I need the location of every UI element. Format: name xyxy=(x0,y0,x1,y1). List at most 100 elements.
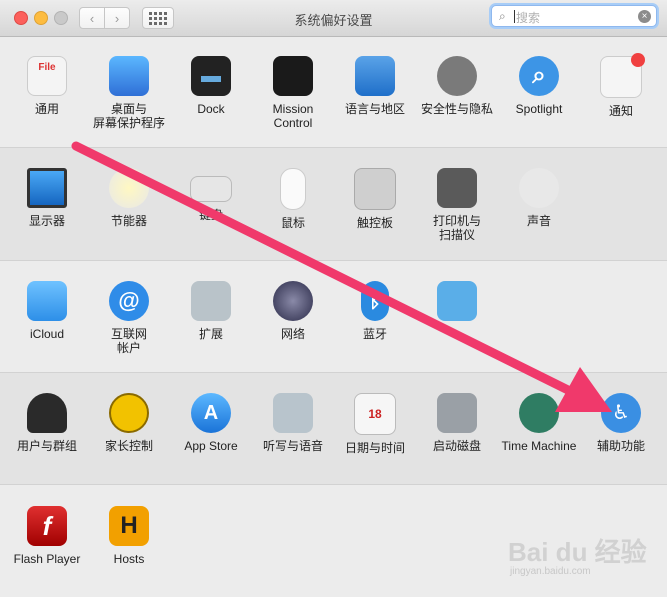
sound-icon xyxy=(519,168,559,208)
internet-accounts-icon: @ xyxy=(109,281,149,321)
clear-search-button[interactable]: × xyxy=(638,10,651,23)
pref-pane-general[interactable]: File 通用 xyxy=(7,56,87,116)
watermark-url: jingyan.baidu.com xyxy=(510,566,591,577)
pref-pane-label: Flash Player xyxy=(13,552,81,566)
flash-player-icon: f xyxy=(27,506,67,546)
pref-pane-hosts[interactable]: H Hosts xyxy=(89,506,169,566)
pref-pane-label: 声音 xyxy=(526,214,551,228)
pref-pane-label: 键盘 xyxy=(198,208,223,222)
notifications-icon xyxy=(600,53,645,98)
pref-pane-network[interactable]: 网络 xyxy=(253,281,333,341)
bluetooth-icon: ᛒ xyxy=(361,281,389,321)
pref-pane-label: 用户与群组 xyxy=(16,439,77,453)
pref-pane-label: 显示器 xyxy=(28,214,65,228)
displays-icon xyxy=(27,168,67,208)
pref-pane-internet-accounts[interactable]: @ 互联网 帐户 xyxy=(89,281,169,355)
pref-pane-label: 互联网 帐户 xyxy=(110,327,147,355)
pref-pane-label: Mission Control xyxy=(272,102,314,130)
spotlight-icon: ⌕ xyxy=(519,56,559,96)
security-privacy-icon xyxy=(437,56,477,96)
pref-pane-sharing[interactable] xyxy=(417,281,497,327)
pref-pane-sound[interactable]: 声音 xyxy=(499,168,579,228)
pref-pane-label: 语言与地区 xyxy=(344,102,405,116)
pref-pane-label: Dock xyxy=(197,102,225,116)
search-placeholder: 搜索 xyxy=(516,11,541,25)
pref-pane-displays[interactable]: 显示器 xyxy=(7,168,87,228)
pref-pane-label: Hosts xyxy=(113,552,145,566)
pref-pane-desktop-screensaver[interactable]: 桌面与 屏幕保护程序 xyxy=(89,56,169,130)
pref-pane-label: App Store xyxy=(184,439,238,453)
network-icon xyxy=(273,281,313,321)
pref-pane-trackpad[interactable]: 触控板 xyxy=(335,168,415,230)
pref-pane-label: 鼠标 xyxy=(280,216,305,230)
hosts-icon: H xyxy=(109,506,149,546)
startup-disk-icon xyxy=(437,393,477,433)
pref-pane-label: 辅助功能 xyxy=(596,439,645,453)
general-icon: File xyxy=(27,56,67,96)
pref-pane-bluetooth[interactable]: ᛒ 蓝牙 xyxy=(335,281,415,341)
pref-pane-startup-disk[interactable]: 启动磁盘 xyxy=(417,393,497,453)
pref-pane-label: 听写与语音 xyxy=(262,439,323,453)
app-store-icon: A xyxy=(191,393,231,433)
dictation-speech-icon xyxy=(273,393,313,433)
pref-pane-mission-control[interactable]: Mission Control xyxy=(253,56,333,130)
search-field[interactable]: ⌕ 搜索 × xyxy=(491,5,657,27)
pref-pane-security-privacy[interactable]: 安全性与隐私 xyxy=(417,56,497,116)
trackpad-icon xyxy=(354,168,396,210)
pref-pane-label: 桌面与 屏幕保护程序 xyxy=(92,102,165,130)
pref-pane-label: 日期与时间 xyxy=(344,441,405,455)
pref-pane-printers-scanners[interactable]: 打印机与 扫描仪 xyxy=(417,168,497,242)
magnifier-icon: ⌕ xyxy=(499,9,506,23)
date-time-icon: 18 xyxy=(354,393,396,435)
pref-pane-flash-player[interactable]: f Flash Player xyxy=(7,506,87,566)
pref-pane-time-machine[interactable]: Time Machine xyxy=(499,393,579,453)
pref-pane-energy-saver[interactable]: 节能器 xyxy=(89,168,169,228)
pref-pane-extensions[interactable]: 扩展 xyxy=(171,281,251,341)
pref-pane-notifications[interactable]: 通知 xyxy=(581,53,661,118)
time-machine-icon xyxy=(519,393,559,433)
system-preferences-window: ‹ › 系统偏好设置 ⌕ 搜索 × File 通用 桌面与 屏幕保护程序 ▬ Dock Mi… xyxy=(0,0,667,597)
users-groups-icon xyxy=(27,393,67,433)
title-bar: ‹ › 系统偏好设置 ⌕ 搜索 × xyxy=(0,0,667,37)
pref-pane-language-region[interactable]: 语言与地区 xyxy=(335,56,415,116)
parental-controls-icon xyxy=(109,393,149,433)
pref-pane-label: 网络 xyxy=(280,327,305,341)
pref-pane-label: Spotlight xyxy=(515,102,563,116)
dock-icon: ▬ xyxy=(191,56,231,96)
text-cursor xyxy=(514,10,515,23)
printers-scanners-icon xyxy=(437,168,477,208)
pref-pane-label: 扩展 xyxy=(198,327,223,341)
pref-pane-users-groups[interactable]: 用户与群组 xyxy=(7,393,87,453)
icloud-icon xyxy=(27,281,67,321)
pref-pane-label: 启动磁盘 xyxy=(432,439,481,453)
desktop-screensaver-icon xyxy=(109,56,149,96)
pref-pane-date-time[interactable]: 18 日期与时间 xyxy=(335,393,415,455)
pref-pane-label: 家长控制 xyxy=(104,439,153,453)
mission-control-icon xyxy=(273,56,313,96)
energy-saver-icon xyxy=(109,168,149,208)
pref-pane-spotlight[interactable]: ⌕ Spotlight xyxy=(499,56,579,116)
sharing-icon xyxy=(437,281,477,321)
extensions-icon xyxy=(191,281,231,321)
accessibility-icon: ♿ xyxy=(601,393,641,433)
pref-pane-accessibility[interactable]: ♿ 辅助功能 xyxy=(581,393,661,453)
pref-pane-dock[interactable]: ▬ Dock xyxy=(171,56,251,116)
pref-pane-label: 通用 xyxy=(34,102,59,116)
pref-pane-parental-controls[interactable]: 家长控制 xyxy=(89,393,169,453)
pref-pane-icloud[interactable]: iCloud xyxy=(7,281,87,341)
pref-pane-dictation-speech[interactable]: 听写与语音 xyxy=(253,393,333,453)
pref-pane-label: 通知 xyxy=(608,104,633,118)
notification-badge xyxy=(631,53,645,67)
pref-pane-keyboard[interactable]: 键盘 xyxy=(171,168,251,222)
pref-pane-label: 蓝牙 xyxy=(362,327,387,341)
keyboard-icon xyxy=(190,176,232,202)
pref-pane-label: iCloud xyxy=(29,327,65,341)
pref-pane-label: Time Machine xyxy=(501,439,577,453)
pref-pane-mouse[interactable]: 鼠标 xyxy=(253,168,333,230)
mouse-icon xyxy=(280,168,306,210)
pref-pane-label: 打印机与 扫描仪 xyxy=(432,214,481,242)
watermark-logo: Bai du 经验 xyxy=(508,537,647,567)
pref-pane-app-store[interactable]: A App Store xyxy=(171,393,251,453)
language-region-icon xyxy=(355,56,395,96)
pref-pane-label: 节能器 xyxy=(110,214,147,228)
